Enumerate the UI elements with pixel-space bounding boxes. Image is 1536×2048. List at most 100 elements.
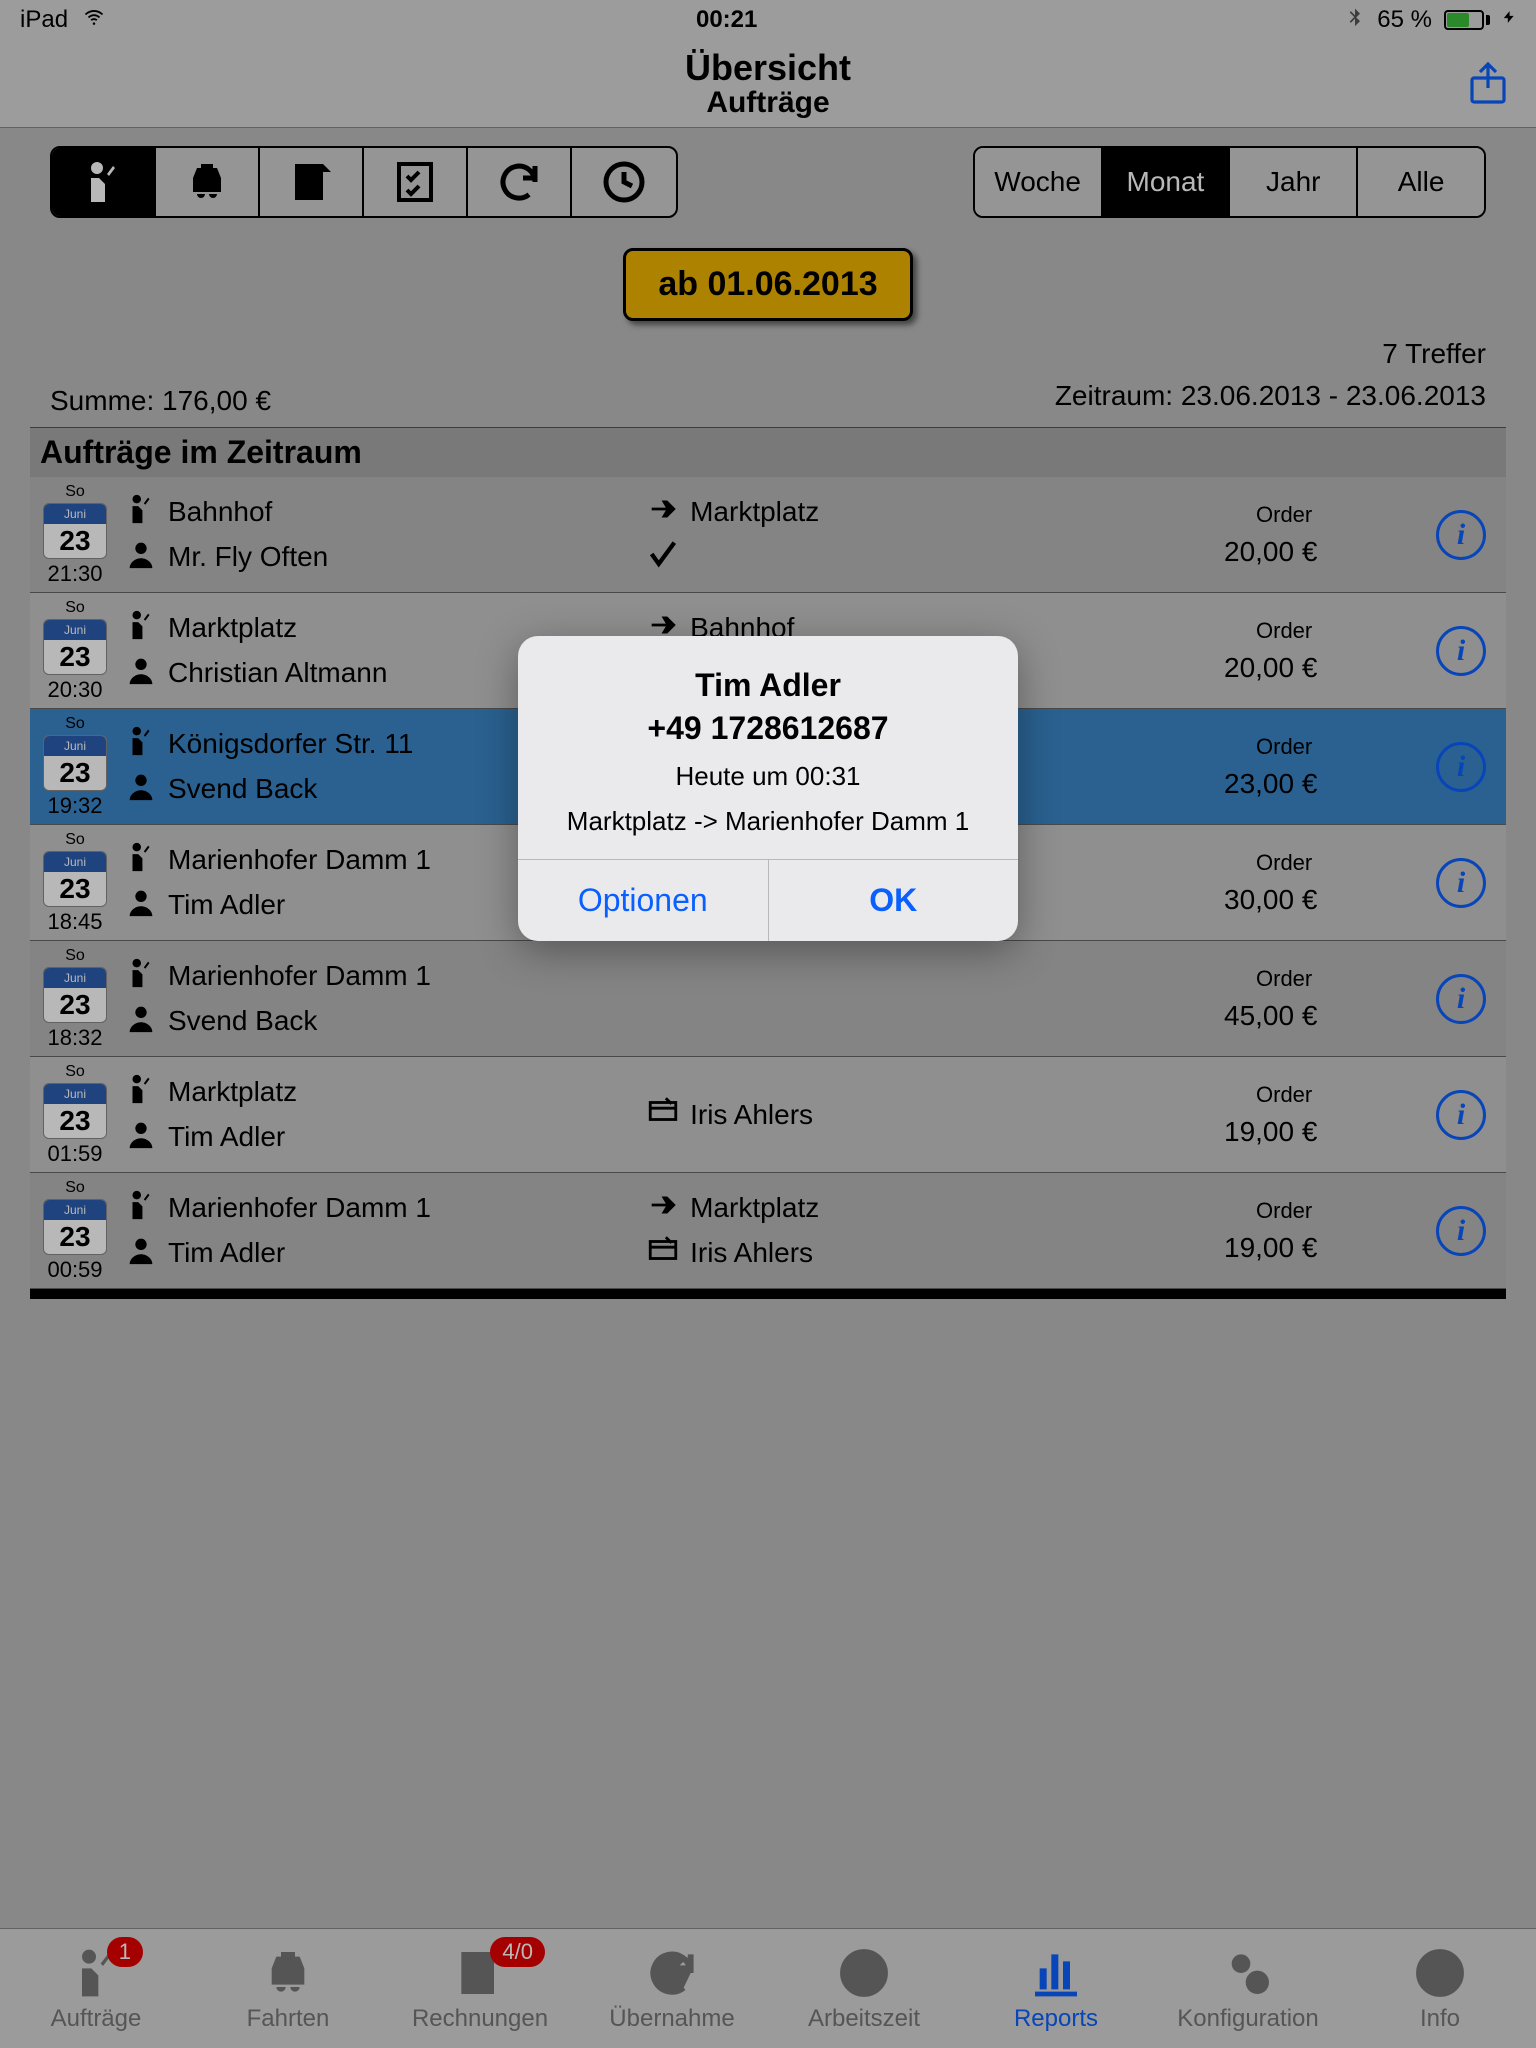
nav-bar: Übersicht Aufträge [0,40,1536,128]
info-button[interactable]: i [1436,1090,1486,1140]
sum-label: Summe: 176,00 € [50,385,271,417]
passenger-icon [124,608,158,649]
date-cell: So Juni23 21:30 [30,477,120,592]
to-line: Marktplatz [646,492,1216,533]
filter-sync-button[interactable] [468,148,572,216]
price-cell: Order 20,00 € [1216,593,1416,708]
filter-clock-button[interactable] [572,148,676,216]
hits-label: 7 Treffer [1055,333,1486,375]
tab-label: Konfiguration [1177,2005,1318,2033]
passenger-icon [124,492,158,533]
person-icon [124,537,158,578]
card-icon [646,1233,680,1274]
list-end-bar [30,1289,1506,1299]
tab-reports[interactable]: Reports [971,1945,1141,2033]
calendar-icon: Juni23 [43,851,107,907]
page-title: Übersicht [685,49,851,87]
from-line: Marienhofer Damm 1 [124,956,642,997]
arrow-right-icon [646,492,680,533]
alert-ok-button[interactable]: OK [769,860,1019,941]
filter-toolbar [50,146,678,218]
price-cell: Order 23,00 € [1216,709,1416,824]
filter-taxi-button[interactable] [156,148,260,216]
filter-invoice-button[interactable] [260,148,364,216]
segment-all[interactable]: Alle [1358,148,1484,216]
calendar-icon: Juni23 [43,1083,107,1139]
device-label: iPad [20,6,68,34]
driver-line: Iris Ahlers [646,1233,1216,1274]
arrow-right-icon [646,1188,680,1229]
tab-label: Übernahme [609,2005,734,2033]
passenger-icon [124,840,158,881]
filter-checklist-button[interactable] [364,148,468,216]
tab-konfiguration[interactable]: Konfiguration [1163,1945,1333,2033]
tab-label: Fahrten [247,2005,330,2033]
order-row[interactable]: So Juni23 18:32 Marienhofer Damm 1 Svend… [30,941,1506,1057]
range-label: Zeitraum: 23.06.2013 - 23.06.2013 [1055,375,1486,417]
tab-label: Aufträge [51,2005,142,2033]
customer-line: Tim Adler [124,1233,642,1274]
passenger-icon [124,1072,158,1113]
calendar-icon: Juni23 [43,619,107,675]
bluetooth-icon [1345,5,1365,36]
driver-line: Iris Ahlers [646,1094,1216,1135]
info-button[interactable]: i [1436,742,1486,792]
person-icon [124,653,158,694]
passenger-icon [124,956,158,997]
info-button[interactable]: i [1436,510,1486,560]
period-segment: Woche Monat Jahr Alle [973,146,1486,218]
to-line: Marktplatz [646,1188,1216,1229]
segment-year[interactable]: Jahr [1230,148,1358,216]
order-row[interactable]: So Juni23 00:59 Marienhofer Damm 1 Tim A… [30,1173,1506,1289]
date-cell: So Juni23 18:45 [30,825,120,940]
auftraege-badge: 1 [107,1937,143,1967]
person-icon [124,1233,158,1274]
status-bar: iPad 00:21 65 % [0,0,1536,40]
tab-label: Arbeitszeit [808,2005,920,2033]
tab-rechnungen[interactable]: 4/0 Rechnungen [395,1945,565,2033]
tab-fahrten[interactable]: Fahrten [203,1945,373,2033]
card-icon [646,1094,680,1135]
battery-icon [1444,10,1490,30]
calendar-icon: Juni23 [43,735,107,791]
check-icon [646,537,680,578]
person-icon [124,885,158,926]
tab-label: Info [1420,2005,1460,2033]
tab-auftraege[interactable]: 1 Aufträge [11,1945,181,2033]
alert-options-button[interactable]: Optionen [518,860,769,941]
share-button[interactable] [1464,58,1512,114]
tab-uebernahme[interactable]: Übernahme [587,1945,757,2033]
tab-label: Reports [1014,2005,1098,2033]
info-button[interactable]: i [1436,974,1486,1024]
filter-passenger-button[interactable] [52,148,156,216]
price-cell: Order 19,00 € [1216,1057,1416,1172]
segment-month[interactable]: Monat [1103,148,1231,216]
tab-arbeitszeit[interactable]: Arbeitszeit [779,1945,949,2033]
tab-label: Rechnungen [412,2005,548,2033]
person-icon [124,1001,158,1042]
price-cell: Order 30,00 € [1216,825,1416,940]
info-button[interactable]: i [1436,858,1486,908]
customer-line: Tim Adler [124,1117,642,1158]
tab-info[interactable]: Info [1355,1945,1525,2033]
alert-line2: Marktplatz -> Marienhofer Damm 1 [542,803,994,839]
date-from-pill[interactable]: ab 01.06.2013 [623,248,912,321]
wifi-icon [80,6,108,34]
charging-icon [1502,6,1516,35]
segment-week[interactable]: Woche [975,148,1103,216]
from-line: Marktplatz [124,1072,642,1113]
alert-name: Tim Adler [542,664,994,707]
date-cell: So Juni23 01:59 [30,1057,120,1172]
passenger-icon [124,1188,158,1229]
customer-line: Svend Back [124,1001,642,1042]
order-row[interactable]: So Juni23 21:30 Bahnhof Mr. Fly Often Ma… [30,477,1506,593]
calendar-icon: Juni23 [43,967,107,1023]
order-row[interactable]: So Juni23 01:59 Marktplatz Tim Adler Iri… [30,1057,1506,1173]
info-button[interactable]: i [1436,626,1486,676]
alert-phone: +49 1728612687 [542,707,994,750]
date-cell: So Juni23 20:30 [30,593,120,708]
rechnungen-badge: 4/0 [490,1937,545,1967]
passenger-icon [124,724,158,765]
info-button[interactable]: i [1436,1206,1486,1256]
from-line: Marienhofer Damm 1 [124,1188,642,1229]
